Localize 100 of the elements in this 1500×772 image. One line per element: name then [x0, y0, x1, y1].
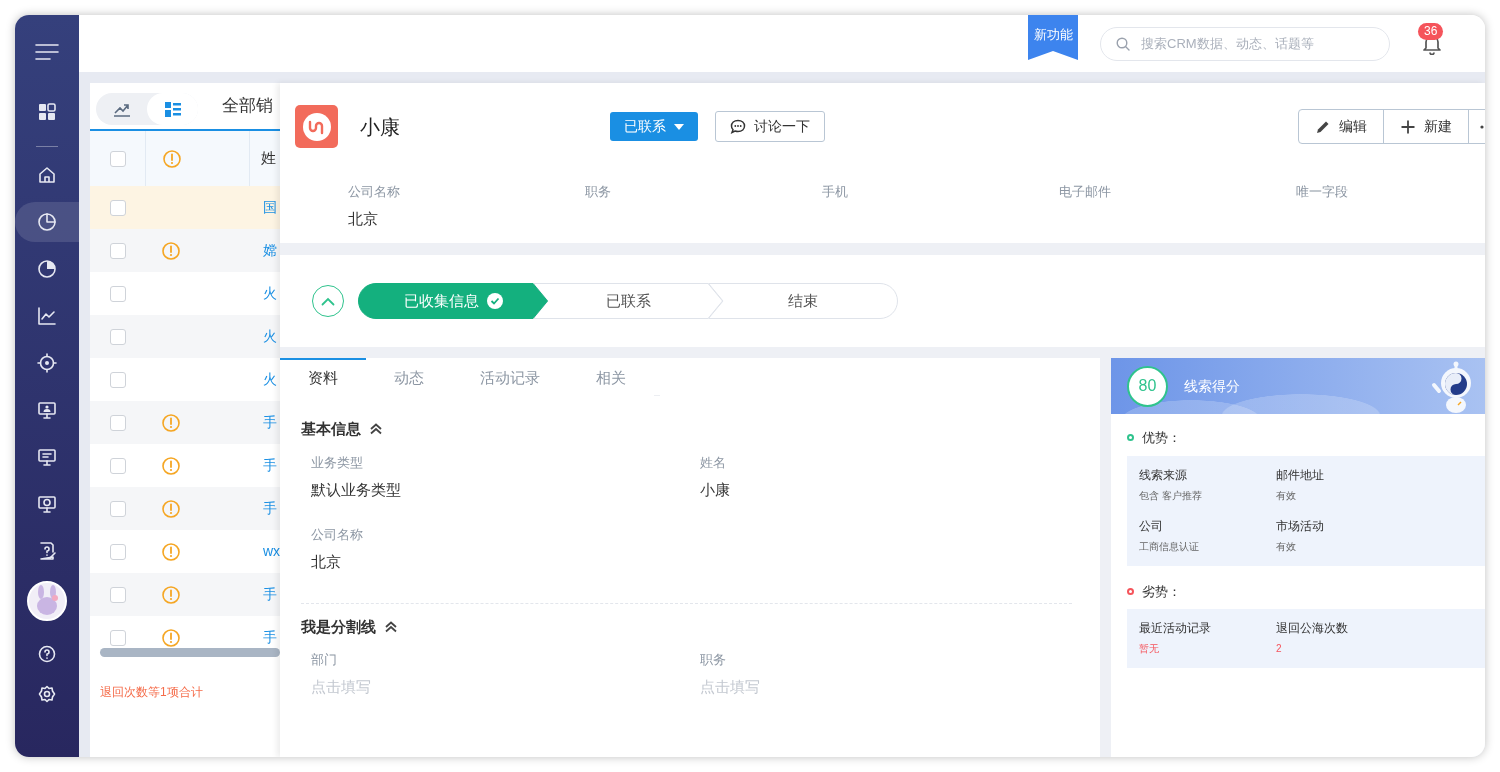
checkbox[interactable]	[109, 586, 126, 603]
item-value: 包含 客户推荐	[1139, 488, 1203, 503]
name-link[interactable]: 手	[250, 584, 277, 605]
menu-icon[interactable]	[35, 43, 59, 61]
section-title: 我是分割线	[301, 616, 376, 637]
checkbox[interactable]	[109, 285, 126, 302]
field-label: 部门	[311, 651, 338, 669]
item-value: 暂无	[1139, 642, 1160, 656]
nav-item[interactable]	[15, 202, 79, 242]
document-icon	[37, 541, 57, 561]
name-link[interactable]: 嫦	[250, 240, 277, 261]
name-link[interactable]: 火	[250, 369, 277, 390]
collapse-icon[interactable]	[384, 620, 398, 633]
chevron-up-icon	[321, 296, 335, 306]
checkbox[interactable]	[109, 242, 126, 259]
discuss-button[interactable]: 讨论一下	[715, 111, 825, 142]
item-label: 退回公海次数	[1276, 620, 1349, 637]
field-value: 北京	[311, 551, 342, 572]
name-link[interactable]: 火	[250, 326, 277, 347]
checkbox[interactable]	[109, 371, 126, 388]
plus-icon	[1400, 118, 1416, 135]
scrollbar[interactable]	[100, 648, 280, 657]
field-label: 唯一字段	[1296, 183, 1349, 201]
field-value: 小康	[700, 479, 731, 500]
item-value: 2	[1276, 642, 1283, 656]
caret-icon	[674, 123, 684, 130]
field-label: 电子邮件	[1059, 183, 1112, 201]
collapse-icon[interactable]	[369, 423, 383, 436]
search-field[interactable]: 搜索CRM数据、动态、话题等	[1100, 26, 1390, 61]
name-link[interactable]: 手	[250, 498, 277, 519]
item-label: 最近活动记录	[1139, 620, 1212, 637]
field-value: 北京	[348, 209, 379, 229]
score-circle: 80	[1127, 365, 1168, 407]
checkbox[interactable]	[109, 629, 126, 646]
field-label: 业务类型	[311, 453, 364, 472]
avatar[interactable]	[27, 580, 67, 621]
field-label: 公司名称	[311, 525, 364, 544]
monitor-icon	[37, 447, 57, 467]
stage-step[interactable]: 结束	[708, 283, 898, 319]
field-label: 公司名称	[348, 183, 401, 201]
checkbox[interactable]	[109, 414, 126, 431]
new-feature-ribbon[interactable]: 新功能	[1028, 15, 1078, 60]
checkbox[interactable]	[109, 328, 126, 345]
table-row[interactable]: 嫦	[90, 229, 280, 272]
table-row[interactable]: wx	[90, 530, 280, 573]
field-label: 职务	[585, 183, 612, 201]
status-dropdown[interactable]: 已联系	[610, 112, 698, 141]
checkbox[interactable]	[109, 150, 126, 167]
chat-icon	[730, 119, 746, 134]
checkbox[interactable]	[109, 500, 126, 517]
table-row[interactable]: 手	[90, 616, 280, 648]
line-chart-icon	[37, 306, 57, 326]
field-label: 手机	[822, 183, 849, 201]
check-icon	[486, 293, 503, 309]
field-label: 职务	[700, 651, 727, 669]
new-button[interactable]: 新建	[1383, 109, 1469, 144]
name-link[interactable]: 手	[250, 455, 277, 476]
name-link[interactable]: 手	[250, 627, 277, 648]
stage-step[interactable]: 已联系	[533, 283, 723, 319]
monitor-icon	[37, 400, 57, 420]
checkbox[interactable]	[109, 199, 126, 216]
table-row[interactable]: 火	[90, 358, 280, 401]
stage-step[interactable]: 已收集信息	[358, 283, 548, 319]
score-title: 线索得分	[1184, 376, 1240, 396]
name-link[interactable]: 手	[250, 412, 277, 433]
list-title: 全部销	[222, 95, 273, 118]
tab[interactable]: 资料	[280, 358, 366, 396]
table-row[interactable]: 手	[90, 401, 280, 444]
edit-button[interactable]: 编辑	[1298, 109, 1384, 144]
table-row[interactable]: 手	[90, 573, 280, 616]
checkbox[interactable]	[109, 543, 126, 560]
table-row[interactable]: 火	[90, 315, 280, 358]
item-label: 线索来源	[1139, 466, 1188, 484]
item-label: 邮件地址	[1276, 466, 1325, 484]
field-value: 默认业务类型	[311, 479, 402, 500]
checkbox[interactable]	[109, 457, 126, 474]
summary-text: 退回次数等1项合计	[99, 684, 204, 701]
fill-in-field[interactable]: 点击填写	[311, 676, 451, 698]
name-link[interactable]: wx	[250, 541, 280, 562]
table-row[interactable]: 火	[90, 272, 280, 315]
item-value: 有效	[1276, 539, 1297, 554]
logo-icon	[295, 105, 338, 148]
column-header: 姓	[260, 148, 276, 169]
item-label: 市场活动	[1276, 517, 1325, 535]
table-row[interactable]: 手	[90, 444, 280, 487]
table-row[interactable]: 国	[90, 186, 280, 229]
notification-badge: 36	[1418, 22, 1444, 40]
dashboard-icon	[37, 102, 57, 122]
field-label: 姓名	[700, 453, 727, 472]
monitor-icon	[37, 494, 57, 514]
settings-icon[interactable]	[38, 684, 56, 703]
table-row[interactable]: 手	[90, 487, 280, 530]
search-icon	[1116, 36, 1130, 51]
help-icon[interactable]	[38, 644, 56, 663]
home-icon	[37, 165, 57, 185]
name-link[interactable]: 国	[250, 197, 277, 218]
fill-in-field[interactable]: 点击填写	[700, 676, 840, 698]
item-label: 公司	[1139, 517, 1164, 535]
section-title: 基本信息	[301, 419, 361, 439]
name-link[interactable]: 火	[250, 283, 277, 304]
